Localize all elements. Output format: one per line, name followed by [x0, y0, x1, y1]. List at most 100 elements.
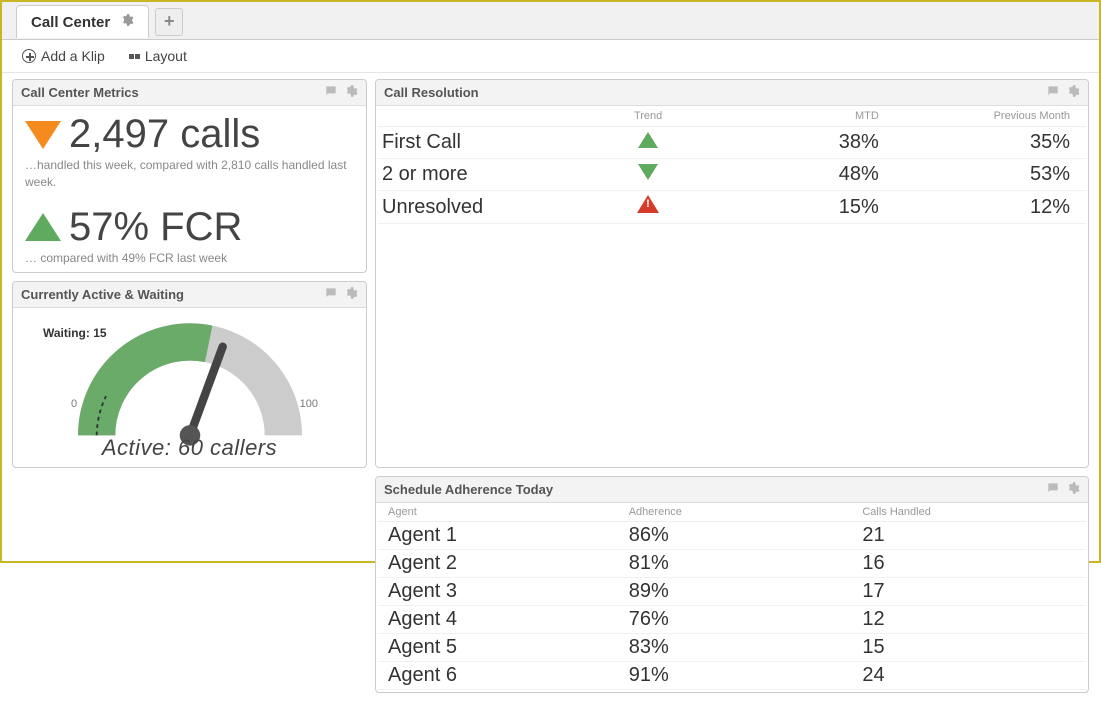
- cell-agent: Agent 3: [378, 578, 619, 606]
- toolbar: Add a Klip Layout: [2, 40, 1099, 73]
- cell-adherence: 81%: [619, 550, 853, 578]
- fcr-metric: 57% FCR: [25, 205, 354, 250]
- cell-agent: Agent 5: [378, 634, 619, 662]
- panel-header: Call Resolution: [376, 80, 1088, 106]
- alert-icon: [637, 195, 659, 213]
- row-mtd: 48%: [704, 159, 895, 191]
- row-label: Unresolved: [378, 191, 605, 224]
- panel-active-waiting: Currently Active & Waiting Waiting: 15 0…: [12, 281, 367, 468]
- trend-down-icon: [638, 164, 658, 180]
- cell-agent: Agent 4: [378, 606, 619, 634]
- fcr-subtext: … compared with 49% FCR last week: [25, 250, 354, 267]
- trend-up-icon: [638, 132, 658, 148]
- gear-icon[interactable]: [1066, 481, 1080, 498]
- panel-schedule-adherence: Schedule Adherence Today Agent Adherence…: [375, 476, 1089, 693]
- cell-adherence: 76%: [619, 606, 853, 634]
- comment-icon[interactable]: [1046, 84, 1060, 101]
- comment-icon[interactable]: [324, 286, 338, 303]
- panel-body: Agent Adherence Calls Handled Agent 186%…: [376, 503, 1088, 692]
- row-trend: [605, 159, 704, 191]
- add-klip-label: Add a Klip: [41, 48, 105, 64]
- cell-agent: Agent 1: [378, 522, 619, 550]
- row-trend: [605, 191, 704, 224]
- row-prev: 53%: [895, 159, 1086, 191]
- layout-icon: [129, 54, 134, 59]
- row-mtd: 15%: [704, 191, 895, 224]
- col-agent: Agent: [378, 503, 619, 522]
- cell-calls: 21: [852, 522, 1086, 550]
- col-prev: Previous Month: [895, 106, 1086, 127]
- cell-calls: 17: [852, 578, 1086, 606]
- layout-button[interactable]: Layout: [129, 48, 187, 64]
- left-column: Call Center Metrics 2,497 calls …handled…: [12, 79, 367, 468]
- add-tab-button[interactable]: +: [155, 8, 183, 36]
- calls-subtext: …handled this week, compared with 2,810 …: [25, 157, 354, 191]
- waiting-label: Waiting: 15: [43, 326, 107, 340]
- calls-metric: 2,497 calls: [25, 112, 354, 157]
- cell-calls: 15: [852, 634, 1086, 662]
- table-row: Agent 476%12: [378, 606, 1086, 634]
- cell-adherence: 83%: [619, 634, 853, 662]
- layout-label: Layout: [145, 48, 187, 64]
- cell-agent: Agent 2: [378, 550, 619, 578]
- gear-icon[interactable]: [1066, 84, 1080, 101]
- row-trend: [605, 127, 704, 159]
- cell-calls: 16: [852, 550, 1086, 578]
- add-klip-button[interactable]: Add a Klip: [22, 48, 105, 64]
- cell-adherence: 91%: [619, 662, 853, 690]
- row-prev: 35%: [895, 127, 1086, 159]
- cell-adherence: 86%: [619, 522, 853, 550]
- table-row: Agent 281%16: [378, 550, 1086, 578]
- row-label: 2 or more: [378, 159, 605, 191]
- panel-title: Call Resolution: [384, 85, 479, 100]
- gauge-min-tick: 0: [71, 398, 77, 410]
- table-row: Agent 583%15: [378, 634, 1086, 662]
- tab-call-center[interactable]: Call Center: [16, 5, 149, 38]
- tab-label: Call Center: [31, 14, 110, 31]
- panel-call-resolution: Call Resolution Trend MTD Previous Month: [375, 79, 1089, 468]
- cell-adherence: 89%: [619, 578, 853, 606]
- cell-calls: 12: [852, 606, 1086, 634]
- gauge: Waiting: 15 0 100 Active: 60 callers: [13, 308, 366, 467]
- gauge-max-tick: 100: [300, 398, 318, 410]
- panel-header: Call Center Metrics: [13, 80, 366, 106]
- comment-icon[interactable]: [1046, 481, 1060, 498]
- tab-bar: Call Center +: [2, 2, 1099, 40]
- table-row: Unresolved 15%12%: [378, 191, 1086, 224]
- panel-call-center-metrics: Call Center Metrics 2,497 calls …handled…: [12, 79, 367, 273]
- gear-icon[interactable]: [120, 13, 134, 31]
- table-row: First Call 38%35%: [378, 127, 1086, 159]
- dashboard-grid: Call Center Metrics 2,497 calls …handled…: [2, 73, 1099, 703]
- panel-body: 2,497 calls …handled this week, compared…: [13, 106, 366, 272]
- row-prev: 12%: [895, 191, 1086, 224]
- plus-circle-icon: [22, 49, 36, 63]
- table-row: Agent 186%21: [378, 522, 1086, 550]
- col-mtd: MTD: [704, 106, 895, 127]
- panel-header: Schedule Adherence Today: [376, 477, 1088, 503]
- layout-icon: [135, 54, 140, 59]
- panel-body: Trend MTD Previous Month First Call 38%35…: [376, 106, 1088, 228]
- trend-up-icon: [25, 213, 61, 241]
- table-row: 2 or more 48%53%: [378, 159, 1086, 191]
- col-trend: Trend: [605, 106, 704, 127]
- row-mtd: 38%: [704, 127, 895, 159]
- schedule-table: Agent Adherence Calls Handled Agent 186%…: [378, 503, 1086, 690]
- gear-icon[interactable]: [344, 84, 358, 101]
- calls-value: 2,497 calls: [69, 112, 260, 157]
- gear-icon[interactable]: [344, 286, 358, 303]
- fcr-value: 57% FCR: [69, 205, 242, 250]
- cell-calls: 24: [852, 662, 1086, 690]
- trend-down-icon: [25, 121, 61, 149]
- col-adherence: Adherence: [619, 503, 853, 522]
- panel-title: Schedule Adherence Today: [384, 482, 553, 497]
- col-calls: Calls Handled: [852, 503, 1086, 522]
- table-row: Agent 389%17: [378, 578, 1086, 606]
- resolution-table: Trend MTD Previous Month First Call 38%35…: [378, 106, 1086, 224]
- table-row: Agent 691%24: [378, 662, 1086, 690]
- panel-title: Currently Active & Waiting: [21, 287, 184, 302]
- comment-icon[interactable]: [324, 84, 338, 101]
- row-label: First Call: [378, 127, 605, 159]
- panel-header: Currently Active & Waiting: [13, 282, 366, 308]
- panel-title: Call Center Metrics: [21, 85, 139, 100]
- cell-agent: Agent 6: [378, 662, 619, 690]
